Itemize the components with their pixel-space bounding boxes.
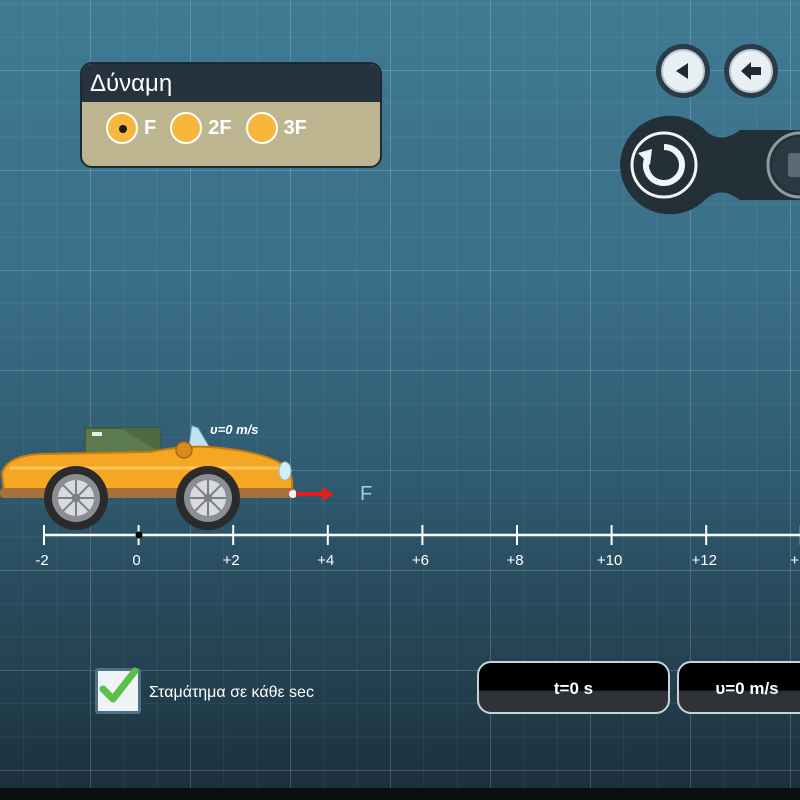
ruler-tick-label: +10	[596, 552, 623, 569]
ruler-tick-label: 0	[132, 552, 141, 569]
stop-each-sec-label: Σταμάτημα σε κάθε sec	[149, 684, 314, 701]
radio-button-2f[interactable]	[170, 112, 203, 144]
reset-button[interactable]	[630, 131, 698, 199]
force-option-label: 3F	[283, 116, 307, 139]
velocity-value: υ=0 m/s	[715, 679, 779, 698]
play-back-button[interactable]	[656, 44, 710, 98]
force-option-2f[interactable]: 2F	[170, 112, 232, 144]
bottom-strip	[0, 788, 800, 800]
position-ruler	[43, 525, 800, 545]
ruler-tick-label: +1	[790, 552, 800, 569]
back-button[interactable]	[724, 44, 778, 98]
ruler-tick-label: +8	[506, 552, 524, 569]
time-value: t=0 s	[553, 679, 594, 698]
velocity-label: υ=0 m/s	[210, 422, 259, 437]
time-readout: t=0 s	[477, 661, 670, 714]
force-options: F 2F 3F	[82, 102, 380, 144]
ruler-tick-label: +12	[691, 552, 717, 569]
play-back-icon	[661, 49, 705, 93]
force-option-label: F	[144, 116, 157, 139]
force-option-3f[interactable]: 3F	[245, 112, 307, 144]
ruler-tick-label: +2	[222, 552, 240, 569]
playback-control-bar	[620, 115, 800, 215]
velocity-readout: υ=0 m/s	[677, 661, 800, 714]
car	[0, 425, 334, 530]
radio-button-3f[interactable]	[245, 112, 278, 144]
force-panel: Δύναμη F 2F 3F	[80, 62, 382, 168]
stop-each-sec-checkbox[interactable]	[95, 667, 141, 714]
reset-icon	[636, 137, 692, 193]
force-label: F	[360, 483, 373, 505]
force-option-f[interactable]: F	[106, 112, 156, 144]
ruler-tick-label: +6	[411, 552, 429, 569]
ruler-tick-label: -2	[35, 552, 49, 569]
force-arrow	[296, 487, 334, 501]
force-option-label: 2F	[208, 116, 232, 139]
ruler-tick-label: +4	[317, 552, 335, 569]
check-icon	[99, 667, 139, 703]
arrow-left-icon	[729, 49, 773, 93]
radio-button-f[interactable]	[106, 112, 138, 144]
force-panel-title: Δύναμη	[82, 64, 380, 102]
